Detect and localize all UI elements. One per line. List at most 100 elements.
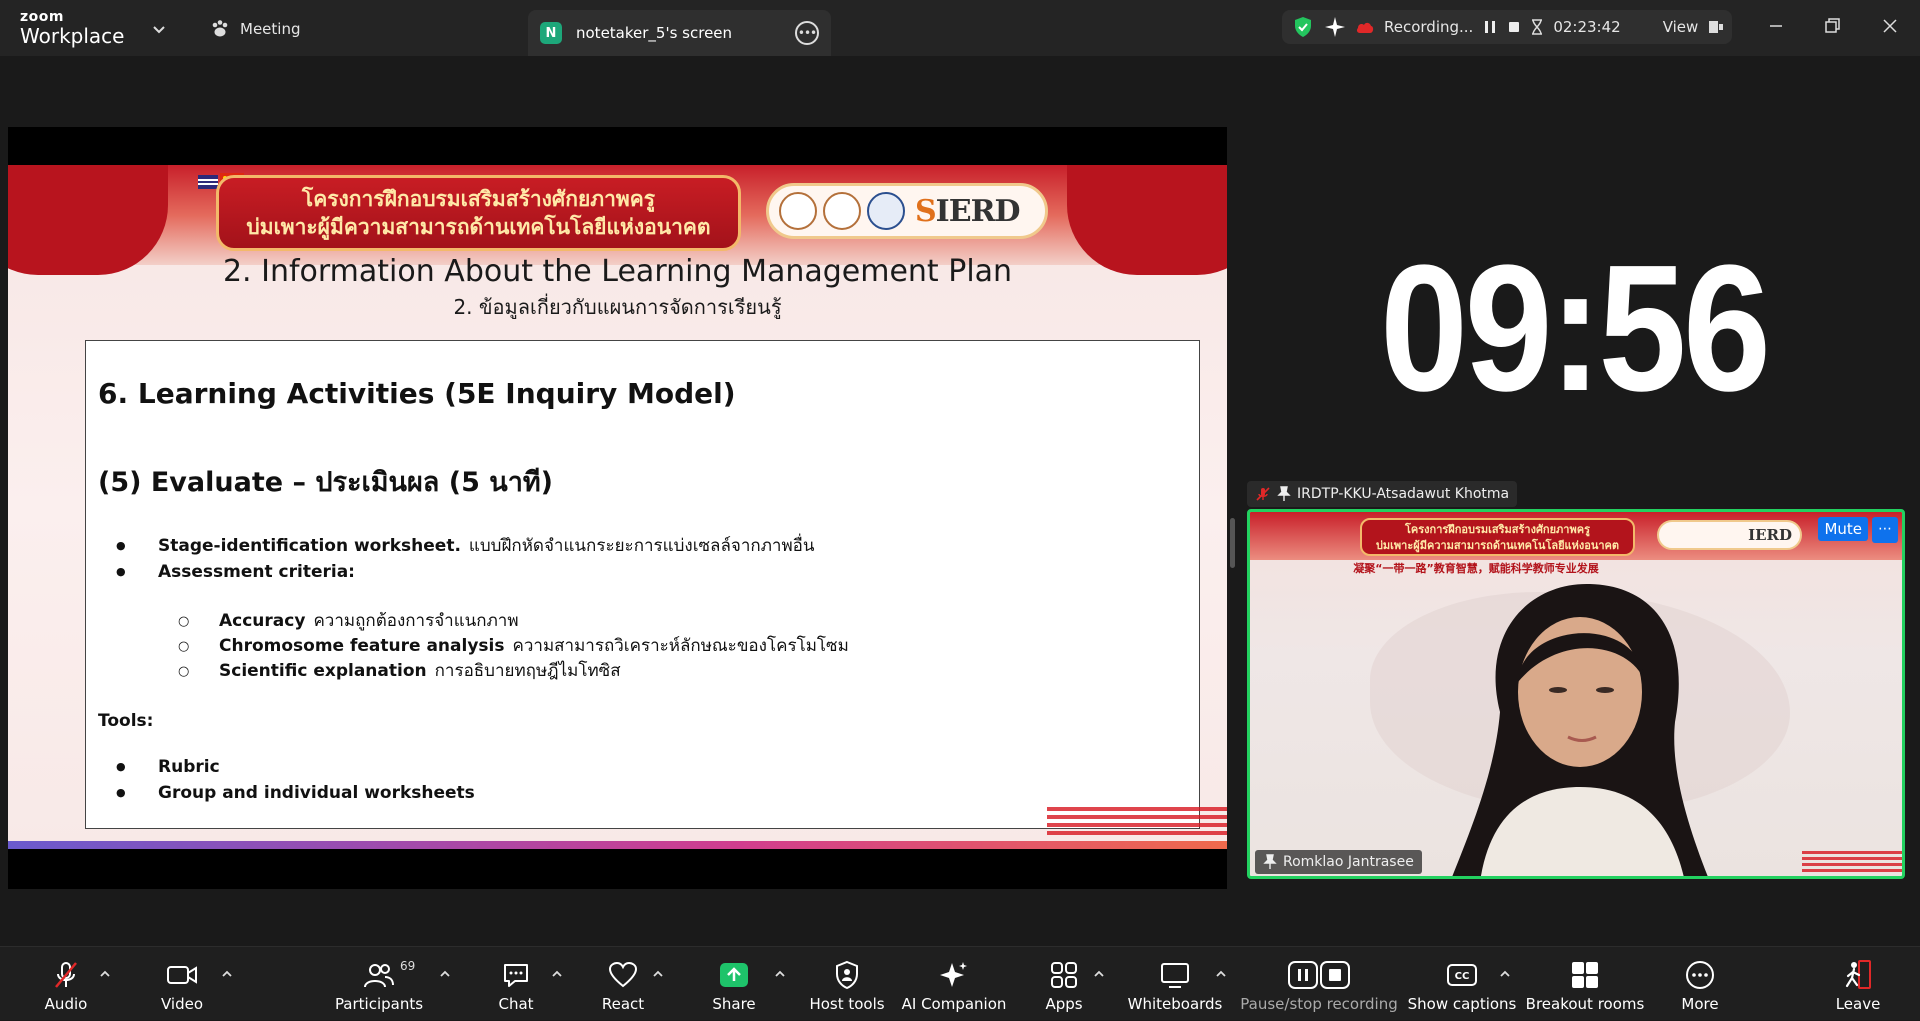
split-view-drag-handle[interactable] bbox=[1230, 518, 1235, 568]
leave-door-icon bbox=[1845, 960, 1871, 989]
list-item-bold: Scientific explanation bbox=[219, 661, 427, 681]
pause-recording-icon[interactable] bbox=[1483, 20, 1497, 34]
university-logo-icon bbox=[823, 192, 861, 230]
cloud-record-icon bbox=[1356, 20, 1374, 34]
react-button[interactable]: React bbox=[602, 947, 644, 1021]
presentation-slide: โครงการฝึกอบรมเสริมสร้างศักยภาพครู บ่มเพ… bbox=[8, 165, 1227, 849]
video-button[interactable]: Video bbox=[158, 947, 206, 1021]
chevron-up-icon[interactable] bbox=[1092, 967, 1106, 981]
recording-status-bar: Recording... 02:23:42 View bbox=[1282, 10, 1732, 44]
mic-muted-icon bbox=[1256, 487, 1270, 501]
list-item-bold: Assessment criteria: bbox=[158, 562, 355, 582]
more-button[interactable]: More bbox=[1678, 947, 1722, 1021]
countdown-timer: 09:56 bbox=[1380, 228, 1771, 429]
participants-count: 69 bbox=[400, 959, 416, 973]
share-screen-icon bbox=[720, 963, 748, 987]
chevron-up-icon[interactable] bbox=[1214, 967, 1228, 981]
hourglass-icon bbox=[1531, 19, 1543, 35]
breakout-rooms-button[interactable]: Breakout rooms bbox=[1526, 947, 1644, 1021]
chevron-up-icon[interactable] bbox=[773, 967, 787, 981]
brand-bottom-text: Workplace bbox=[20, 24, 125, 48]
show-captions-button[interactable]: CC Show captions bbox=[1408, 947, 1516, 1021]
criteria-list: Accuracy ความถูกต้องการจำแนกภาพ Chromosom… bbox=[98, 609, 1187, 684]
heart-icon bbox=[608, 961, 638, 988]
leave-button[interactable]: Leave bbox=[1834, 947, 1882, 1021]
video-background-banner: โครงการฝึกอบรมเสริมสร้างศักยภาพครู บ่มเพ… bbox=[1360, 518, 1635, 556]
card-title: 6. Learning Activities (5E Inquiry Model… bbox=[98, 377, 736, 410]
list-item: Group and individual worksheets bbox=[98, 780, 1187, 806]
participants-label: Participants bbox=[334, 995, 424, 1013]
audio-button[interactable]: Audio bbox=[42, 947, 90, 1021]
view-menu-button[interactable]: View bbox=[1663, 18, 1699, 36]
restore-icon[interactable] bbox=[1820, 14, 1844, 38]
video-background-logos: IERD bbox=[1657, 520, 1802, 550]
list-item-text: ความสามารถวิเคราะห์ลักษณะของโครโมโซม bbox=[512, 636, 849, 656]
pin-icon bbox=[1263, 854, 1277, 869]
video-camera-icon bbox=[167, 966, 197, 984]
more-options-icon[interactable]: ••• bbox=[795, 21, 819, 45]
tab-meeting[interactable]: Meeting bbox=[210, 14, 300, 44]
minimize-icon[interactable] bbox=[1764, 14, 1788, 38]
slide-content-card: 6. Learning Activities (5E Inquiry Model… bbox=[85, 340, 1200, 829]
svg-text:CC: CC bbox=[1455, 971, 1470, 982]
view-layout-icon[interactable] bbox=[1708, 19, 1724, 35]
ai-companion-button[interactable]: AI Companion bbox=[902, 947, 1006, 1021]
participant-more-button[interactable]: ⋯ bbox=[1872, 517, 1898, 543]
university-logo-icon bbox=[779, 192, 817, 230]
video-banner-line-1: โครงการฝึกอบรมเสริมสร้างศักยภาพครู bbox=[1405, 523, 1590, 536]
participant-label-pinned: IRDTP-KKU-Atsadawut Khotma bbox=[1247, 481, 1518, 507]
meeting-elapsed-time: 02:23:42 bbox=[1553, 18, 1621, 36]
chevron-up-icon[interactable] bbox=[438, 967, 452, 981]
ai-sparkle-icon[interactable] bbox=[1324, 16, 1346, 38]
list-item: Stage-identification worksheet. แบบฝึกหัด… bbox=[98, 533, 1187, 559]
chevron-up-icon[interactable] bbox=[220, 967, 234, 981]
participant-name: Romklao Jantrasee bbox=[1283, 854, 1414, 870]
breakout-rooms-label: Breakout rooms bbox=[1525, 995, 1645, 1013]
decor-footer-pattern bbox=[1047, 805, 1227, 835]
host-tools-button[interactable]: Host tools bbox=[809, 947, 885, 1021]
share-button[interactable]: Share bbox=[712, 947, 756, 1021]
leave-label: Leave bbox=[1835, 995, 1881, 1013]
host-tools-label: Host tools bbox=[809, 995, 885, 1013]
slide-heading-th: 2. ข้อมูลเกี่ยวกับแผนการจัดการเรียนรู้ bbox=[453, 295, 782, 319]
captions-icon: CC bbox=[1447, 964, 1477, 986]
tab-shared-screen[interactable]: N notetaker_5's screen ••• bbox=[528, 10, 831, 56]
pin-icon bbox=[1277, 486, 1291, 501]
chevron-down-icon[interactable] bbox=[150, 20, 168, 38]
recording-label: Recording... bbox=[1384, 18, 1474, 36]
whiteboards-button[interactable]: Whiteboards bbox=[1128, 947, 1222, 1021]
list-item-bold: Rubric bbox=[158, 757, 220, 777]
chat-button[interactable]: Chat bbox=[496, 947, 536, 1021]
partner-logos: SIERD bbox=[766, 183, 1048, 239]
list-item: Scientific explanation การอธิบายทฤษฎีไมโท… bbox=[98, 659, 1187, 684]
chevron-up-icon[interactable] bbox=[1498, 967, 1512, 981]
stop-recording-icon[interactable] bbox=[1507, 20, 1521, 34]
list-item: Chromosome feature analysis ความสามารถวิเ… bbox=[98, 634, 1187, 659]
participant-video-tile[interactable]: โครงการฝึกอบรมเสริมสร้างศักยภาพครู บ่มเพ… bbox=[1247, 509, 1905, 879]
zoom-workplace-logo[interactable]: zoom Workplace bbox=[20, 10, 124, 46]
chat-icon bbox=[504, 964, 528, 987]
shared-screen-view[interactable]: โครงการฝึกอบรมเสริมสร้างศักยภาพครู บ่มเพ… bbox=[8, 127, 1227, 889]
chevron-up-icon[interactable] bbox=[651, 967, 665, 981]
react-label: React bbox=[601, 995, 645, 1013]
banner-line-2: บ่มเพาะผู้มีความสามารถด้านเทคโนโลยีแห่งอ… bbox=[246, 215, 711, 239]
apps-button[interactable]: Apps bbox=[1044, 947, 1084, 1021]
banner-line-1: โครงการฝึกอบรมเสริมสร้างศักยภาพครู bbox=[301, 186, 656, 211]
breakout-rooms-icon bbox=[1572, 962, 1598, 988]
presenter-avatar: N bbox=[540, 22, 562, 44]
list-item-bold: Group and individual worksheets bbox=[158, 783, 475, 803]
mic-muted-icon bbox=[55, 962, 77, 988]
shield-check-icon[interactable] bbox=[1292, 16, 1314, 38]
chevron-up-icon[interactable] bbox=[550, 967, 564, 981]
chevron-up-icon[interactable] bbox=[98, 967, 112, 981]
mute-participant-button[interactable]: Mute bbox=[1818, 517, 1868, 541]
participants-icon bbox=[364, 964, 394, 988]
close-icon[interactable] bbox=[1878, 14, 1902, 38]
slide-banner: โครงการฝึกอบรมเสริมสร้างศักยภาพครู บ่มเพ… bbox=[216, 175, 741, 251]
pause-stop-recording-button[interactable]: Pause/stop recording bbox=[1240, 947, 1398, 1021]
card-subtitle: (5) Evaluate – ประเมินผล (5 นาที) bbox=[98, 467, 554, 498]
ierd-logo-s: S bbox=[915, 193, 937, 229]
tab-screen-label: notetaker_5's screen bbox=[576, 24, 733, 42]
more-label: More bbox=[1681, 995, 1719, 1013]
share-label: Share bbox=[712, 995, 756, 1013]
